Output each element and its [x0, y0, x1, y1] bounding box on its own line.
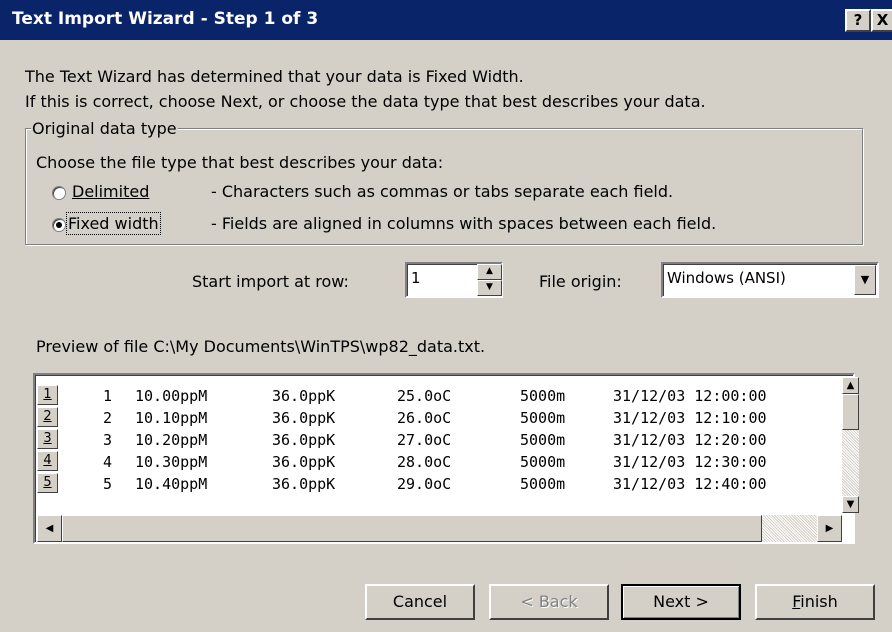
- cell: 36.0ppK: [272, 453, 336, 471]
- cell: 36.0ppK: [272, 475, 336, 493]
- cell: 5000m: [520, 475, 566, 493]
- cell: 31/12/03 12:30:00: [613, 453, 767, 471]
- row-number: 2: [37, 407, 58, 427]
- cell: 31/12/03 12:10:00: [613, 409, 767, 427]
- preview-row: 2 2 10.10ppM 36.0ppK 26.0oC 5000m 31/12/…: [37, 407, 842, 429]
- cell: 36.0ppK: [272, 431, 336, 449]
- preview-box[interactable]: 1 1 10.00ppM 36.0ppK 25.0oC 5000m 31/12/…: [33, 373, 859, 544]
- start-row-label: Start import at row:: [192, 272, 349, 291]
- cell: 4: [103, 453, 113, 471]
- horizontal-scroll-thumb[interactable]: [62, 515, 762, 542]
- preview-label: Preview of file C:\My Documents\WinTPS\w…: [36, 337, 486, 356]
- close-icon[interactable]: X: [871, 9, 892, 32]
- horizontal-scrollbar[interactable]: ◀ ▶: [37, 515, 842, 542]
- cell: 5000m: [520, 387, 566, 405]
- cell: 10.40ppM: [135, 475, 208, 493]
- scroll-down-icon[interactable]: ▼: [842, 496, 859, 513]
- next-button[interactable]: Next >: [621, 584, 741, 620]
- file-origin-select[interactable]: Windows (ANSI) ▼: [661, 262, 879, 298]
- title-bar[interactable]: Text Import Wizard - Step 1 of 3 ? X: [0, 0, 892, 40]
- row-number: 4: [37, 451, 58, 471]
- cell: 36.0ppK: [272, 387, 336, 405]
- radio-delimited[interactable]: [52, 186, 66, 200]
- scroll-right-icon[interactable]: ▶: [817, 515, 842, 542]
- cell: 28.0oC: [397, 453, 452, 471]
- scroll-up-icon[interactable]: ▲: [842, 377, 859, 394]
- finish-button[interactable]: Finish: [755, 584, 875, 620]
- cell: 2: [103, 409, 113, 427]
- group-legend: Original data type: [31, 119, 178, 138]
- cell: 10.20ppM: [135, 431, 208, 449]
- intro-line-2: If this is correct, choose Next, or choo…: [25, 92, 706, 111]
- cell: 31/12/03 12:20:00: [613, 431, 767, 449]
- spin-down-icon[interactable]: ▼: [477, 280, 502, 296]
- fixed-width-label-text: Fixed width: [68, 214, 159, 233]
- start-row-value: 1: [411, 269, 421, 287]
- spin-up-icon[interactable]: ▲: [477, 264, 502, 280]
- preview-rows: 1 1 10.00ppM 36.0ppK 25.0oC 5000m 31/12/…: [37, 377, 842, 513]
- delimited-label-text: Delimited: [72, 182, 150, 201]
- delimited-description: - Characters such as commas or tabs sepa…: [211, 182, 674, 201]
- intro-line-1: The Text Wizard has determined that your…: [25, 67, 524, 86]
- cell: 5000m: [520, 453, 566, 471]
- radio-fixed-width-label[interactable]: Fixed width: [66, 212, 161, 235]
- radio-delimited-label[interactable]: Delimited: [72, 182, 149, 201]
- cell: 26.0oC: [397, 409, 452, 427]
- cell: 5000m: [520, 431, 566, 449]
- preview-row: 4 4 10.30ppM 36.0ppK 28.0oC 5000m 31/12/…: [37, 451, 842, 473]
- cell: 10.30ppM: [135, 453, 208, 471]
- cell: 31/12/03 12:00:00: [613, 387, 767, 405]
- back-button[interactable]: < Back: [489, 584, 609, 620]
- file-origin-value: Windows (ANSI): [667, 269, 786, 287]
- radio-fixed-width[interactable]: [52, 218, 66, 232]
- cell: 10.00ppM: [135, 387, 208, 405]
- scroll-left-icon[interactable]: ◀: [37, 515, 62, 542]
- help-icon[interactable]: ?: [845, 9, 871, 32]
- cancel-button[interactable]: Cancel: [365, 584, 475, 620]
- row-number: 5: [37, 473, 58, 493]
- cell: 25.0oC: [397, 387, 452, 405]
- cell: 31/12/03 12:40:00: [613, 475, 767, 493]
- row-number: 1: [37, 385, 58, 405]
- vertical-scrollbar[interactable]: ▲ ▼: [842, 377, 859, 513]
- cell: 10.10ppM: [135, 409, 208, 427]
- cell: 36.0ppK: [272, 409, 336, 427]
- row-number: 3: [37, 429, 58, 449]
- preview-row: 5 5 10.40ppM 36.0ppK 29.0oC 5000m 31/12/…: [37, 473, 842, 495]
- cell: 27.0oC: [397, 431, 452, 449]
- preview-row: 3 3 10.20ppM 36.0ppK 27.0oC 5000m 31/12/…: [37, 429, 842, 451]
- cell: 29.0oC: [397, 475, 452, 493]
- file-origin-label: File origin:: [539, 272, 622, 291]
- start-row-input[interactable]: 1 ▲ ▼: [405, 262, 503, 298]
- cell: 5: [103, 475, 113, 493]
- cell: 5000m: [520, 409, 566, 427]
- fixed-width-description: - Fields are aligned in columns with spa…: [211, 214, 717, 233]
- file-type-prompt: Choose the file type that best describes…: [36, 153, 444, 172]
- cell: 3: [103, 431, 113, 449]
- chevron-down-icon[interactable]: ▼: [854, 265, 876, 295]
- preview-row: 1 1 10.00ppM 36.0ppK 25.0oC 5000m 31/12/…: [37, 385, 842, 407]
- cell: 1: [103, 387, 113, 405]
- vertical-scroll-thumb[interactable]: [842, 394, 859, 430]
- window-title: Text Import Wizard - Step 1 of 3: [12, 9, 319, 29]
